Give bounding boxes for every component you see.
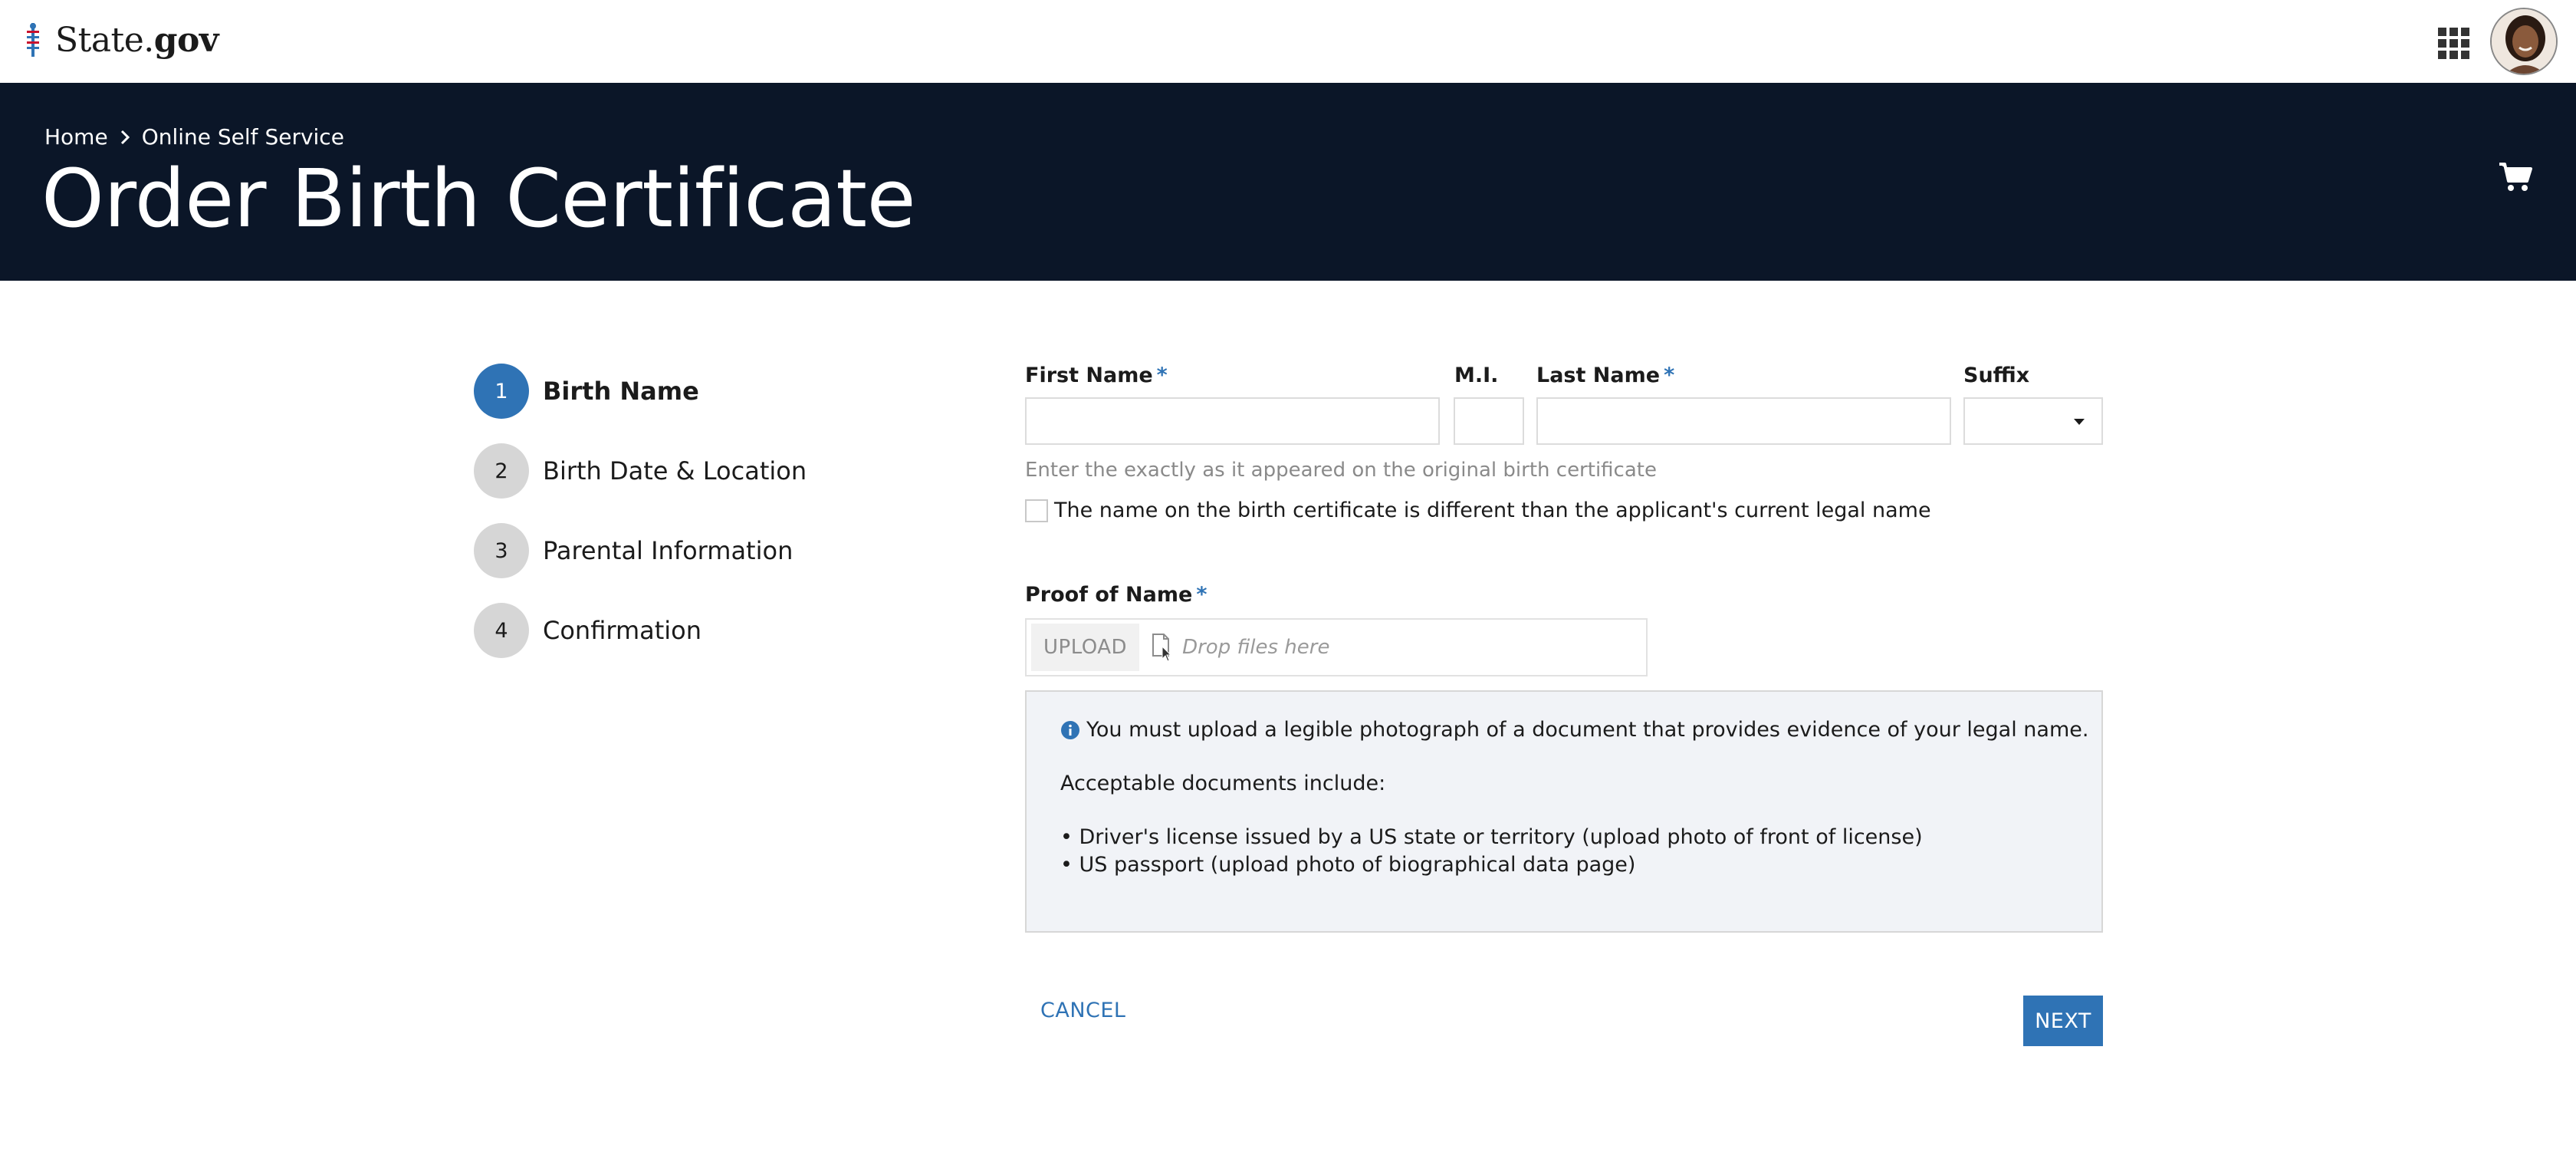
different-name-row: The name on the birth certificate is dif… — [1025, 499, 1931, 522]
step-label: Parental Information — [543, 536, 794, 565]
last-name-input[interactable] — [1536, 397, 1951, 445]
top-bar: State.gov — [0, 0, 2576, 83]
step-label: Birth Date & Location — [543, 456, 807, 485]
step-label: Confirmation — [543, 616, 702, 645]
step-confirmation[interactable]: 4 Confirmation — [474, 603, 702, 658]
first-name-input[interactable] — [1025, 397, 1440, 445]
apps-grid-icon[interactable] — [2438, 28, 2470, 60]
step-birth-date-location[interactable]: 2 Birth Date & Location — [474, 443, 807, 499]
step-label: Birth Name — [543, 377, 699, 406]
different-name-checkbox[interactable] — [1025, 499, 1048, 522]
next-button[interactable]: NEXT — [2023, 996, 2103, 1046]
first-name-label: First Name * — [1025, 364, 1168, 387]
middle-initial-input[interactable] — [1454, 397, 1524, 445]
proof-of-name-upload[interactable]: UPLOAD Drop files here — [1025, 618, 1648, 676]
birth-name-form: First Name * M.I. Last Name * Suffix Enter… — [1025, 360, 2103, 1051]
list-item: • US passport (upload photo of biographi… — [1060, 853, 1636, 877]
cancel-button[interactable]: CANCEL — [1040, 999, 1125, 1022]
proof-of-name-label: Proof of Name * — [1025, 583, 1208, 607]
step-number: 4 — [474, 603, 529, 658]
step-number: 1 — [474, 364, 529, 419]
mi-label: M.I. — [1454, 364, 1499, 387]
state-seal-icon — [27, 23, 39, 57]
step-birth-name[interactable]: 1 Birth Name — [474, 364, 699, 419]
info-icon — [1061, 721, 1079, 739]
avatar-portrait — [2492, 9, 2556, 74]
file-drop-icon — [1152, 634, 1172, 662]
acceptable-documents-heading: Acceptable documents include: — [1060, 772, 1386, 795]
chevron-right-icon — [120, 130, 130, 144]
step-number: 2 — [474, 443, 529, 499]
last-name-label: Last Name * — [1536, 364, 1675, 387]
breadcrumb-online-self-service-link[interactable]: Online Self Service — [142, 124, 344, 150]
shopping-cart-icon[interactable] — [2498, 160, 2533, 195]
drop-files-text: Drop files here — [1182, 636, 1330, 659]
page-title: Order Birth Certificate — [41, 152, 916, 245]
proof-info-panel: You must upload a legible photograph of … — [1025, 690, 2103, 933]
user-avatar[interactable] — [2490, 8, 2558, 75]
step-number: 3 — [474, 523, 529, 578]
state-gov-logo[interactable]: State.gov — [23, 15, 219, 64]
breadcrumb-home-link[interactable]: Home — [44, 124, 108, 150]
breadcrumb: Home Online Self Service — [44, 124, 344, 150]
step-parental-information[interactable]: 3 Parental Information — [474, 523, 793, 578]
different-name-label[interactable]: The name on the birth certificate is dif… — [1054, 499, 1931, 522]
name-helper-text: Enter the exactly as it appeared on the … — [1025, 459, 1657, 482]
page-header: Home Online Self Service Order Birth Cer… — [0, 83, 2576, 281]
info-intro-text: You must upload a legible photograph of … — [1086, 718, 2089, 742]
suffix-label: Suffix — [1963, 364, 2030, 387]
list-item: • Driver's license issued by a US state … — [1060, 825, 1923, 849]
acceptable-documents-list: • Driver's license issued by a US state … — [1060, 824, 2068, 879]
suffix-select[interactable] — [1963, 397, 2103, 445]
caret-down-icon — [2074, 419, 2085, 425]
upload-button[interactable]: UPLOAD — [1031, 624, 1140, 671]
logo-text: State.gov — [55, 20, 219, 60]
